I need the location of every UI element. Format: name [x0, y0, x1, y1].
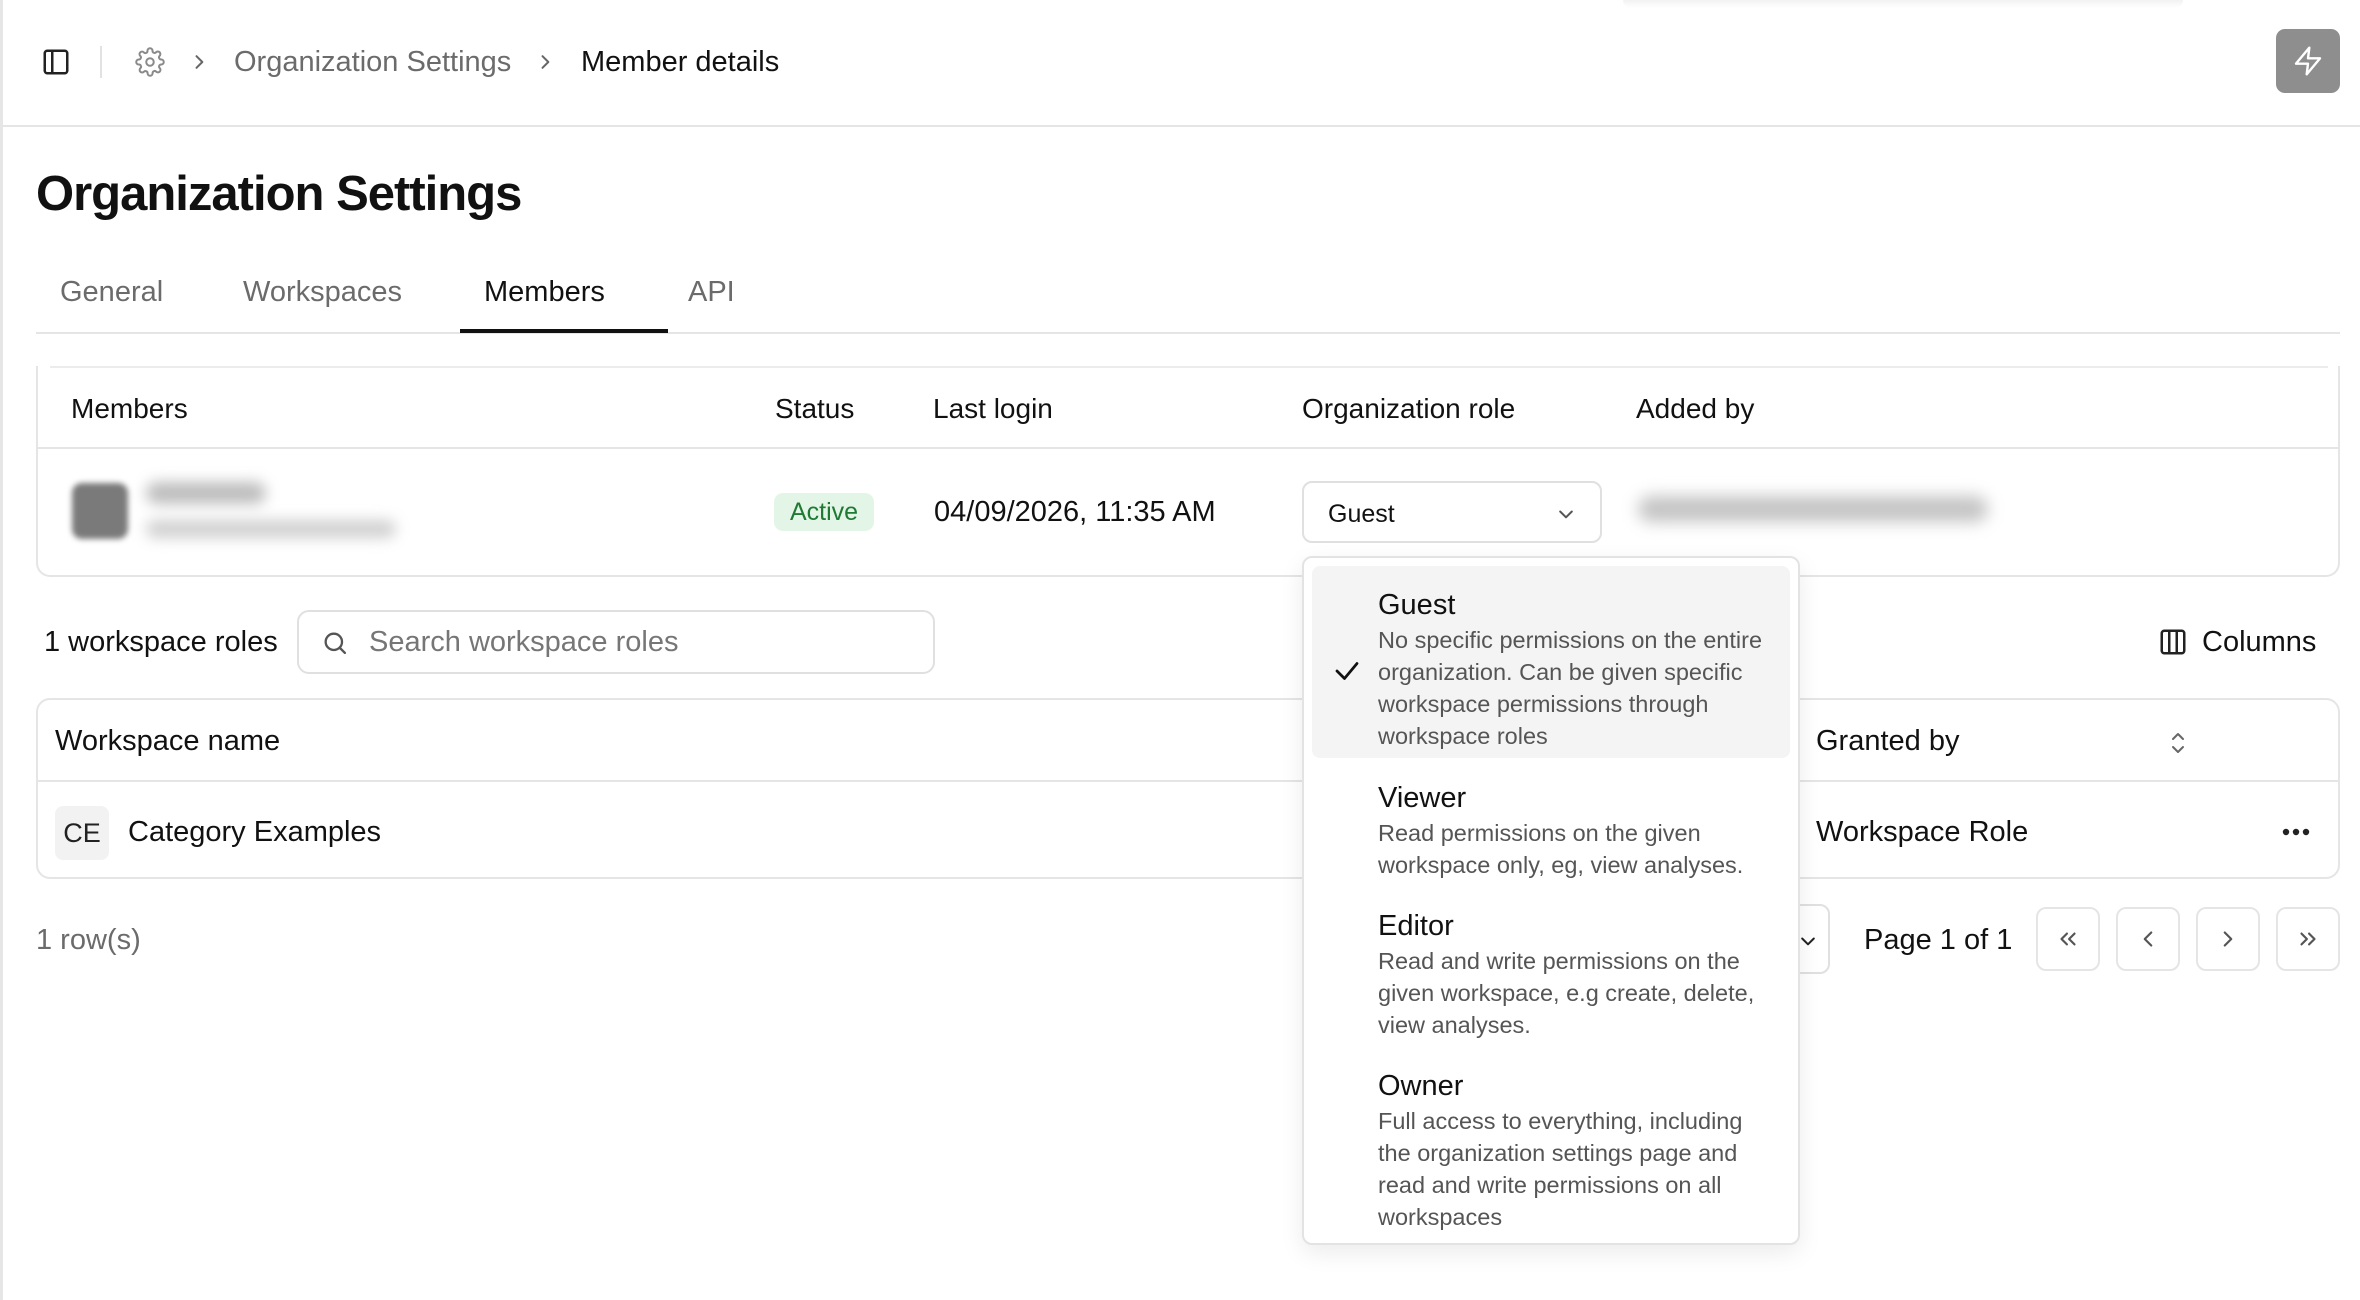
columns-button-label: Columns	[2202, 626, 2317, 658]
next-page-button[interactable]	[2196, 907, 2260, 971]
bolt-icon	[2294, 46, 2322, 76]
column-header-added-by: Added by	[1636, 393, 1755, 424]
column-header-organization-role: Organization role	[1302, 393, 1516, 424]
column-header-members: Members	[71, 393, 188, 424]
redacted-member-name	[146, 482, 266, 504]
chevrons-right-icon	[2300, 932, 2316, 946]
column-header-granted-by[interactable]: Granted by	[1816, 724, 1959, 758]
previous-page-button[interactable]	[2116, 907, 2180, 971]
page-title: Organization Settings	[36, 167, 522, 221]
workspace-roles-search	[297, 610, 935, 674]
chevron-right-icon	[2223, 931, 2233, 947]
tab-bar: General Workspaces Members API	[36, 262, 2340, 334]
role-option-editor[interactable]: Editor Read and write permissions on the…	[1312, 887, 1790, 1047]
role-option-owner[interactable]: Owner Full access to everything, includi…	[1312, 1047, 1790, 1237]
column-header-status: Status	[775, 393, 855, 424]
active-tab-indicator	[460, 329, 668, 333]
page-indicator: Page 1 of 1	[1864, 924, 2013, 956]
breadcrumb-organization-settings[interactable]: Organization Settings	[234, 45, 511, 79]
top-bar: Organization Settings Member details	[3, 0, 2360, 127]
workspace-name: Category Examples	[128, 816, 382, 848]
status-badge: Active	[774, 493, 875, 531]
members-table-header: Members Status Last login Organization r…	[38, 366, 2338, 449]
tab-general[interactable]: General	[60, 274, 163, 310]
role-option-viewer[interactable]: Viewer Read permissions on the given wor…	[1312, 759, 1790, 887]
granted-by-value: Workspace Role	[1816, 816, 2029, 848]
column-header-last-login: Last login	[933, 393, 1053, 424]
topbar-separator	[100, 46, 102, 78]
gear-icon	[135, 47, 165, 77]
tab-members[interactable]: Members	[484, 274, 605, 310]
columns-button[interactable]: Columns	[2158, 617, 2316, 667]
tab-api[interactable]: API	[688, 274, 735, 310]
column-header-workspace-name: Workspace name	[55, 725, 281, 757]
role-option-description: Full access to everything, including the…	[1378, 1108, 1743, 1230]
chevron-right-icon	[189, 52, 209, 72]
role-option-title: Owner	[1378, 1070, 1464, 1102]
chevron-left-icon	[2143, 931, 2153, 947]
last-login-value: 04/09/2026, 11:35 AM	[934, 496, 1216, 528]
tab-workspaces[interactable]: Workspaces	[243, 274, 402, 310]
organization-role-dropdown: Guest No specific permissions on the ent…	[1302, 556, 1800, 1245]
quick-action-button[interactable]	[2276, 29, 2340, 93]
search-input[interactable]	[369, 620, 919, 664]
columns-icon	[2160, 629, 2186, 655]
role-option-title: Editor	[1378, 910, 1454, 942]
breadcrumb-member-details: Member details	[581, 46, 780, 78]
role-option-description: Read permissions on the given workspace …	[1378, 820, 1744, 878]
workspace-roles-table: Workspace name Granted by CE Category Ex…	[36, 698, 2340, 879]
role-option-title: Viewer	[1378, 782, 1467, 814]
workspace-roles-count: 1 workspace roles	[44, 626, 278, 658]
redacted-added-by	[1638, 496, 1988, 522]
role-option-description: No specific permissions on the entire or…	[1378, 627, 1763, 749]
chevrons-left-icon	[2060, 932, 2076, 946]
sidebar-toggle-icon[interactable]	[41, 47, 71, 77]
chevron-down-icon	[1801, 937, 1815, 946]
last-page-button[interactable]	[2276, 907, 2340, 971]
role-option-description: Read and write permissions on the given …	[1378, 948, 1755, 1038]
workspace-initials-badge: CE	[55, 806, 109, 860]
role-option-title: Guest	[1378, 589, 1456, 621]
chevron-down-icon	[1559, 510, 1573, 519]
first-page-button[interactable]	[2036, 907, 2100, 971]
members-table: Members Status Last login Organization r…	[36, 366, 2340, 577]
search-icon	[324, 632, 347, 655]
top-shadow	[1623, 0, 2183, 8]
role-option-guest[interactable]: Guest No specific permissions on the ent…	[1312, 566, 1790, 758]
chevron-right-icon	[535, 52, 555, 72]
redacted-member-email	[146, 520, 396, 538]
workspace-table-header: Workspace name Granted by	[38, 700, 2338, 782]
row-count: 1 row(s)	[36, 924, 141, 956]
window-left-edge	[0, 0, 3, 1300]
check-icon	[1335, 662, 1359, 680]
organization-role-value: Guest	[1328, 500, 1395, 528]
avatar	[72, 483, 128, 539]
organization-role-select[interactable]: Guest	[1302, 481, 1602, 543]
sort-icon[interactable]	[2168, 730, 2188, 756]
more-horizontal-icon[interactable]	[2276, 814, 2316, 850]
